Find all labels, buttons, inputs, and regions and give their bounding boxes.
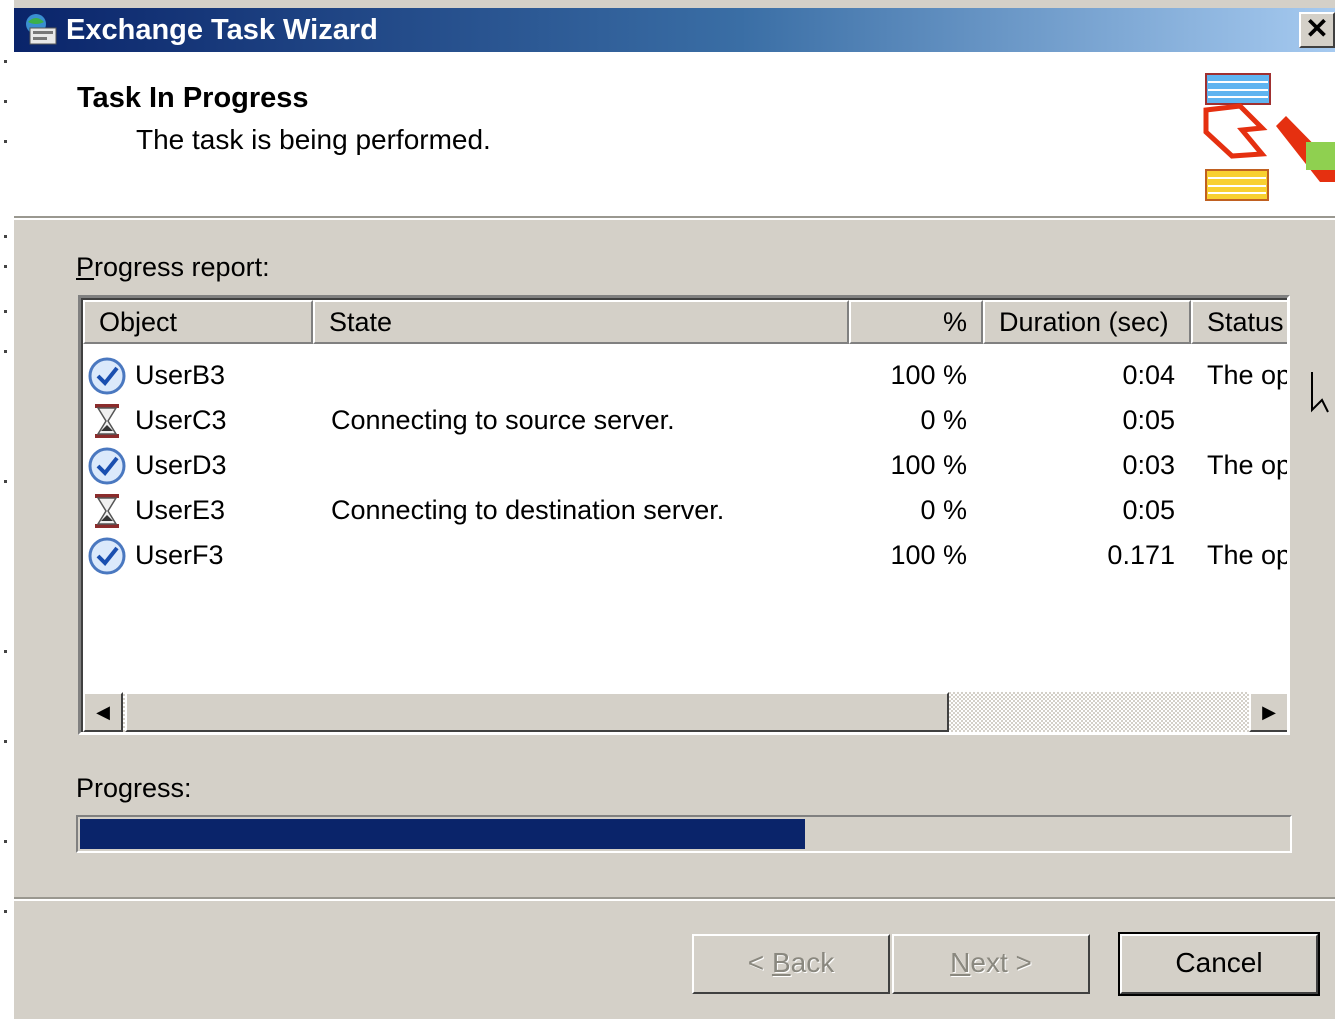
row-percent: 100 % [890,360,967,390]
header-separator [14,216,1335,220]
scroll-left-button[interactable]: ◀ [83,692,123,732]
exchange-app-icon [26,14,57,45]
table-row[interactable]: UserD3 100 % 0:03 The op [83,442,1290,488]
progress-bar [76,815,1292,853]
row-percent: 0 % [920,495,967,525]
back-mnemonic: B [771,947,791,978]
desktop-edge [0,0,15,1019]
move-mailbox-icon [1203,73,1335,201]
desktop-dot [4,60,7,63]
wizard-header: Task In Progress The task is being perfo… [14,52,1335,216]
back-arrow-text: < [747,947,772,978]
row-duration: 0:05 [1122,405,1175,435]
title-bar[interactable]: Exchange Task Wizard ✕ [14,8,1335,52]
column-header-object[interactable]: Object [83,300,313,344]
checkmark-icon [88,357,126,395]
progress-report-list[interactable]: Object State % Duration (sec) Status Use… [78,295,1290,735]
table-row[interactable]: UserB3 100 % 0:04 The op [83,352,1290,398]
desktop-dot [4,350,7,353]
row-object: UserD3 [135,450,227,480]
row-state: Connecting to destination server. [331,495,725,525]
desktop-dot [4,910,7,913]
page-title: Task In Progress [77,82,309,114]
horizontal-scrollbar[interactable]: ◀ ▶ [83,692,1287,732]
column-header-percent[interactable]: % [849,300,983,344]
window-title: Exchange Task Wizard [66,14,378,46]
scrollbar-thumb[interactable] [125,692,949,732]
back-label: ack [790,947,835,978]
desktop-dot [4,100,7,103]
back-button[interactable]: < Back [692,934,890,994]
column-header-state[interactable]: State [313,300,849,344]
close-button[interactable]: ✕ [1299,12,1335,48]
next-mnemonic: N [950,947,971,978]
row-object: UserF3 [135,540,224,570]
checkmark-icon [88,537,126,575]
checkmark-icon [88,447,126,485]
desktop-dot [4,310,7,313]
desktop-dot [4,235,7,238]
label-text: rogress report: [94,252,270,282]
row-object: UserC3 [135,405,227,435]
desktop-dot [4,740,7,743]
progress-report-label: Progress report: [76,252,270,283]
desktop-dot [4,265,7,268]
desktop-dot [4,480,7,483]
desktop-dot [4,140,7,143]
scroll-right-button[interactable]: ▶ [1249,692,1287,732]
table-row[interactable]: UserE3 Connecting to destination server.… [83,487,1287,533]
progress-fill [80,819,805,849]
label-mnemonic: P [76,252,95,282]
close-icon: ✕ [1305,13,1329,44]
row-status: The op [1207,540,1290,570]
row-status: The op [1207,360,1290,390]
desktop-dot [4,650,7,653]
page-subtitle: The task is being performed. [136,124,491,155]
cancel-button[interactable]: Cancel [1118,932,1320,996]
progress-label: Progress: [76,773,192,803]
hourglass-icon [95,404,119,438]
row-status: The op [1207,450,1290,480]
row-object: UserB3 [135,360,226,390]
next-button[interactable]: Next > [892,934,1090,994]
column-header-duration[interactable]: Duration (sec) [983,300,1191,344]
table-row[interactable]: UserF3 100 % 0.171 The op [83,532,1290,578]
row-duration: 0.171 [1107,540,1175,570]
row-duration: 0:05 [1122,495,1175,525]
mouse-cursor-icon [1311,372,1329,413]
row-percent: 0 % [920,405,967,435]
row-object: UserE3 [135,495,226,525]
row-duration: 0:04 [1122,360,1175,390]
footer-separator [14,897,1335,901]
next-label: ext > [970,947,1032,978]
row-state: Connecting to source server. [331,405,675,435]
wizard-window: Exchange Task Wizard ✕ Task In Progress … [14,0,1335,1019]
arrow-right-icon: ▶ [1262,702,1276,722]
column-header-status[interactable]: Status [1191,300,1287,344]
row-duration: 0:03 [1122,450,1175,480]
row-percent: 100 % [890,540,967,570]
table-row[interactable]: UserC3 Connecting to source server. 0 % … [83,397,1287,443]
row-percent: 100 % [890,450,967,480]
arrow-left-icon: ◀ [96,702,110,722]
desktop-dot [4,840,7,843]
hourglass-icon [95,494,119,528]
